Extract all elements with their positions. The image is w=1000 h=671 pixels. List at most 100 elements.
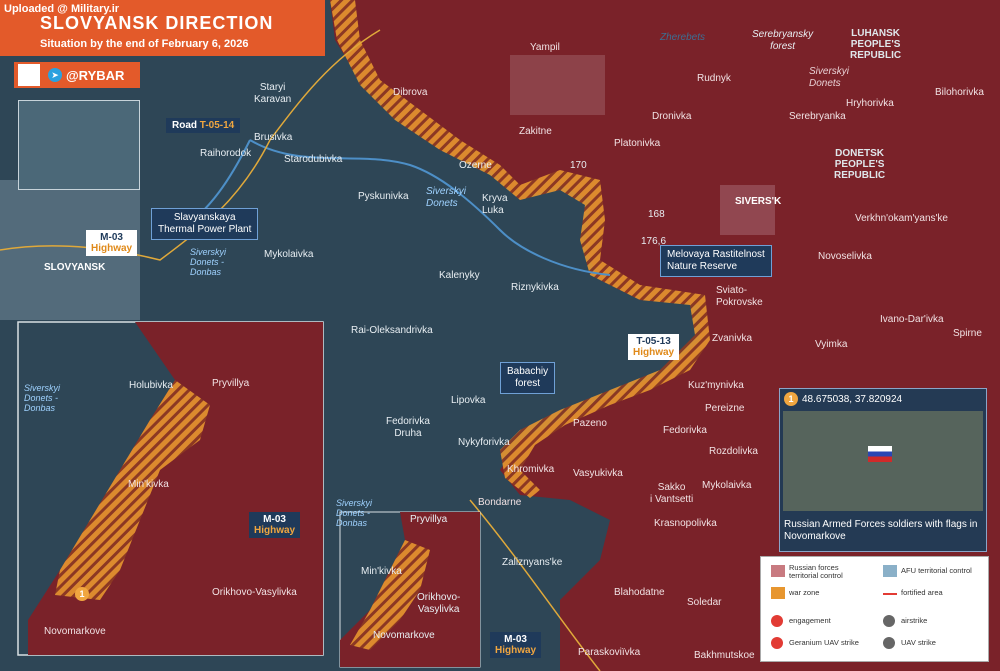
settlement-pyskunivka: Pyskunivka xyxy=(358,191,409,202)
uav-strike-icon xyxy=(883,637,895,649)
settlement-fedorivka: Fedorivka xyxy=(663,425,707,436)
legend-uav: UAV strike xyxy=(901,638,936,647)
russian-flag-icon xyxy=(868,446,892,462)
qr-code-icon xyxy=(18,64,40,86)
settlement-staryi-karavan: Staryi Karavan xyxy=(254,82,292,105)
river-siverskyi-donets-1: Siverskyi Donets xyxy=(809,66,850,89)
settlement-novomarkove-small: Novomarkove xyxy=(373,630,435,641)
inset-holubivka: Holubivka xyxy=(129,380,173,391)
settlement-zvanivka: Zvanivka xyxy=(712,333,753,344)
nature-reserve-callout: Melovaya Rastitelnost Nature Reserve xyxy=(660,245,772,277)
settlement-rudnyk: Rudnyk xyxy=(697,73,731,84)
road-m03-label-c: M-03 Highway xyxy=(490,632,542,658)
settlement-fedorivka-druha: Fedorivka Druha xyxy=(386,416,430,439)
settlement-khromivka: Khromivka xyxy=(507,464,555,475)
settlement-bondarne: Bondarne xyxy=(478,497,522,508)
settlement-sviato-pokrovske: Sviato- Pokrovske xyxy=(716,285,763,308)
settlement-dibrova: Dibrova xyxy=(393,87,428,98)
settlement-vyimka: Vyimka xyxy=(815,339,848,350)
settlement-pereizne: Pereizne xyxy=(705,403,745,414)
settlement-lipovka: Lipovka xyxy=(451,395,486,406)
settlement-kryva-luka: Kryva Luka xyxy=(482,193,508,216)
settlement-pryvillya-small: Pryvillya xyxy=(410,514,448,525)
settlement-soledar: Soledar xyxy=(687,597,722,608)
photo-panel[interactable]: 1 48.675038, 37.820924 Russian Armed For… xyxy=(779,388,987,552)
settlement-verkhnokamyanske: Verkhn'okam'yans'ke xyxy=(855,213,948,224)
settlement-serebryanka: Serebryanka xyxy=(789,111,846,122)
legend-afu: AFU territorial control xyxy=(901,566,972,575)
settlement-bilohorivka: Bilohorivka xyxy=(935,87,984,98)
settlement-ozerne: Ozerne xyxy=(459,160,492,171)
settlement-riznykivka: Riznykivka xyxy=(511,282,559,293)
settlement-orikhovo-small: Orikhovo- Vasylivka xyxy=(417,592,461,615)
settlement-krasnopolivka: Krasnopolivka xyxy=(654,518,717,529)
legend-geranium: Geranium UAV strike xyxy=(789,638,859,647)
settlement-kuzmynivka: Kuz'mynivka xyxy=(688,380,744,391)
map-title: SLOVYANSK DIRECTION xyxy=(40,13,274,33)
legend-war-zone-swatch xyxy=(771,587,785,599)
settlement-rozdolivka: Rozdolivka xyxy=(709,446,758,457)
inset-orikhovo: Orikhovo-Vasylivka xyxy=(212,587,297,598)
geranium-uav-icon xyxy=(771,637,783,649)
map-legend: Russian forces territorial control AFU t… xyxy=(760,556,989,662)
legend-airstrike: airstrike xyxy=(901,616,928,625)
road-m03-label-b: M-03 Highway xyxy=(249,512,301,538)
inset-minkivka: Min'kivka xyxy=(128,479,169,490)
photo-badge: 1 xyxy=(784,392,798,406)
settlement-rai-oleksandrivka: Rai-Oleksandrivka xyxy=(351,325,433,336)
telegram-icon: ➤ xyxy=(48,68,62,82)
settlement-sakko: Sakko i Vantsetti xyxy=(650,482,694,505)
settlement-bakhmutskoe: Bakhmutskoe xyxy=(694,650,755,661)
settlement-starodubivka: Starodubivka xyxy=(284,154,343,165)
road-t0514-label: Road T-05-14 xyxy=(166,118,241,133)
legend-russian-swatch xyxy=(771,565,785,577)
settlement-kalenyky: Kalenyky xyxy=(439,270,480,281)
region-luhansk: LUHANSK PEOPLE'S REPUBLIC xyxy=(850,28,902,61)
settlement-sloviansk: SLOVYANSK xyxy=(44,262,106,273)
engagement-icon xyxy=(771,615,783,627)
settlement-paraskoviivka: Paraskoviïvka xyxy=(578,647,641,658)
settlement-pazeno: Pazeno xyxy=(573,418,607,429)
settlement-raihorodok: Raihorodok xyxy=(200,148,252,159)
legend-fortified-swatch xyxy=(883,593,897,595)
legend-war-zone: war zone xyxy=(789,588,820,597)
settlement-vasyukivka: Vasyukivka xyxy=(573,468,623,479)
settlement-novoselivka: Novoselivka xyxy=(818,251,872,262)
settlement-blahodatne: Blahodatne xyxy=(614,587,665,598)
road-m03-label-a: M-03 Highway xyxy=(86,230,138,256)
photo-coordinates: 48.675038, 37.820924 xyxy=(802,394,903,405)
serebryansky-forest-label: Serebryansky forest xyxy=(752,29,814,52)
thermal-plant-callout: Slavyanskaya Thermal Power Plant xyxy=(151,208,259,240)
settlement-minkivka-small: Min'kivka xyxy=(361,566,402,577)
river-siverskyi-donets-2: Siverskyi Donets xyxy=(426,186,467,209)
canal-siverskyi-donets-donbas: Siverskyi Donets - Donbas xyxy=(190,247,227,277)
road-t0513-label: T-05-13 Highway xyxy=(628,334,680,360)
settlement-mykolaivka-2: Mykolaivka xyxy=(702,480,752,491)
overview-minimap xyxy=(18,100,140,190)
settlement-siversk: SIVERS'K xyxy=(735,196,782,207)
region-donetsk: DONETSK PEOPLE'S REPUBLIC xyxy=(834,148,886,181)
settlement-brusivka: Brusivka xyxy=(254,132,293,143)
settlement-zaliznyanske: Zaliznyans'ke xyxy=(502,557,563,568)
legend-afu-swatch xyxy=(883,565,897,577)
settlement-yampil: Yampil xyxy=(530,42,560,53)
photo-image xyxy=(783,411,983,511)
settlement-mykolaivka: Mykolaivka xyxy=(264,249,314,260)
settlement-platonivka: Platonivka xyxy=(614,138,661,149)
canal-siverskyi-donets-donbas-3: Siverskyi Donets - Donbas xyxy=(336,498,373,528)
inset-pryvillya: Pryvillya xyxy=(212,378,250,389)
brand-bar: ➤ @RYBAR xyxy=(14,62,140,88)
map-subtitle: Situation by the end of February 6, 2026 xyxy=(40,38,249,50)
canal-siverskyi-donets-donbas-2: Siverskyi Donets - Donbas xyxy=(24,383,61,413)
elevation-170: 170 xyxy=(570,160,587,171)
legend-fortified: fortified area xyxy=(901,588,943,597)
elevation-168: 168 xyxy=(648,209,665,220)
brand-handle: @RYBAR xyxy=(66,68,125,83)
inset-novomarkove: Novomarkove xyxy=(44,626,106,637)
settlement-hryhorivka: Hryhorivka xyxy=(846,98,894,109)
settlement-zakitne: Zakitne xyxy=(519,126,552,137)
babachiy-forest-callout: Babachiy forest xyxy=(500,362,556,394)
inset-badge-1: 1 xyxy=(75,587,89,601)
legend-engagement: engagement xyxy=(789,616,831,625)
airstrike-icon xyxy=(883,615,895,627)
